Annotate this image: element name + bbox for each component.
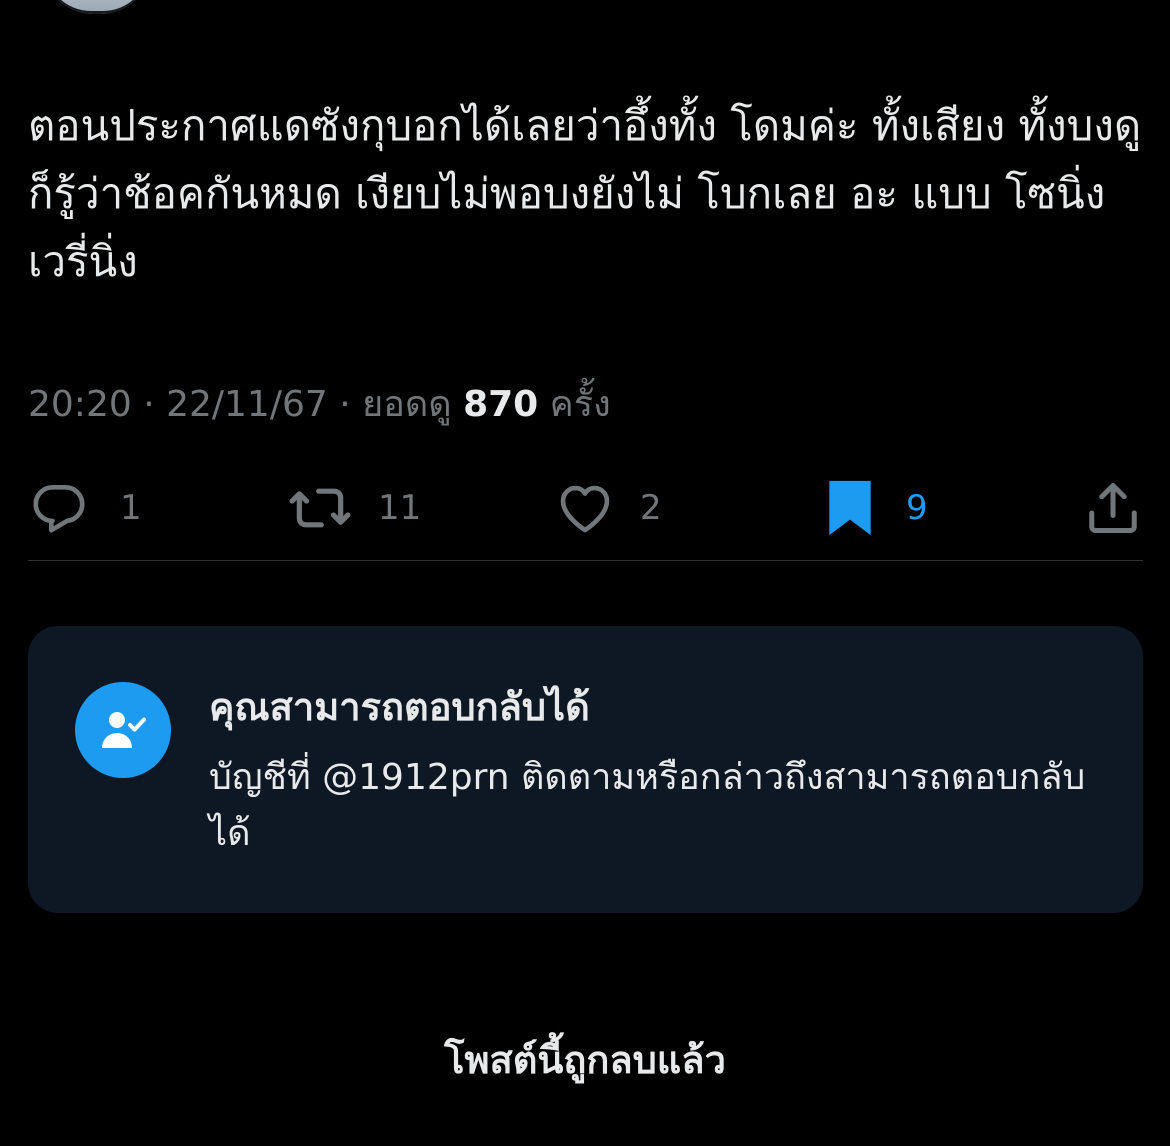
reply-button[interactable]: 1 [28, 472, 142, 544]
like-count: 2 [640, 488, 662, 528]
post-text: ตอนประกาศแดซังกุบอกได้เลยว่าอึ้งทั้ง โดม… [28, 101, 1142, 286]
repost-button[interactable]: 11 [286, 472, 421, 544]
meta-separator: · [131, 384, 167, 425]
share-icon [1089, 483, 1137, 533]
reply-permission-title: คุณสามารถตอบกลับได้ [209, 685, 590, 729]
bookmark-icon [829, 480, 871, 536]
author-avatar[interactable] [42, 0, 152, 14]
post-meta: 20:20 · 22/11/67 · ยอดดู 870 ครั้ง [28, 380, 611, 430]
reply-permission-description: บัญชีที่ @1912prn ติดตามหรือกล่าวถึงสามา… [209, 757, 1086, 854]
views-unit: ครั้ง [549, 384, 611, 425]
deleted-notice: โพสต์นี้ถูกลบแล้ว [444, 1038, 726, 1082]
user-check-icon [75, 682, 171, 778]
bookmark-count: 9 [906, 488, 928, 528]
action-bar: 1 11 2 9 [28, 472, 1143, 544]
share-button[interactable] [1083, 472, 1143, 544]
reply-count: 1 [120, 488, 142, 528]
reply-permission-card: คุณสามารถตอบกลับได้ บัญชีที่ @1912prn ติ… [28, 626, 1143, 913]
repost-icon [289, 488, 351, 528]
views-label: ยอดดู [362, 384, 452, 425]
post-date: 22/11/67 [166, 384, 328, 425]
meta-separator: · [327, 384, 363, 425]
divider [28, 560, 1143, 561]
views-count[interactable]: 870 [463, 384, 538, 425]
repost-count: 11 [378, 488, 422, 528]
post-time: 20:20 [28, 384, 132, 425]
heart-icon [560, 485, 610, 533]
bookmark-button[interactable]: 9 [824, 472, 928, 544]
like-button[interactable]: 2 [554, 472, 662, 544]
reply-icon [33, 485, 85, 533]
